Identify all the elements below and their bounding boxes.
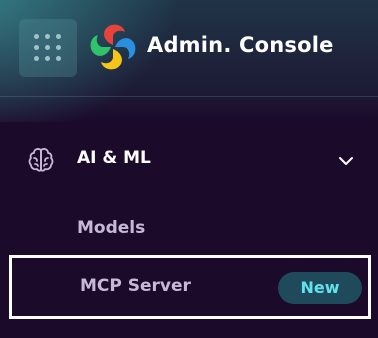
app-title: Admin. Console xyxy=(147,33,334,57)
nav-section-ai-ml[interactable]: AI & ML xyxy=(0,136,378,184)
nav-item-models[interactable]: Models xyxy=(77,218,145,238)
pinwheel-logo-icon[interactable] xyxy=(89,23,137,71)
chevron-down-icon[interactable] xyxy=(335,150,357,172)
nav-item-mcp-server[interactable]: MCP Server New xyxy=(9,255,371,319)
app-launcher-button[interactable] xyxy=(19,19,77,77)
app-header: Admin. Console xyxy=(0,0,378,97)
nav-section-label: AI & ML xyxy=(77,148,151,168)
brain-icon xyxy=(28,148,54,172)
nav-item-label: MCP Server xyxy=(80,276,191,296)
new-badge: New xyxy=(278,272,362,304)
